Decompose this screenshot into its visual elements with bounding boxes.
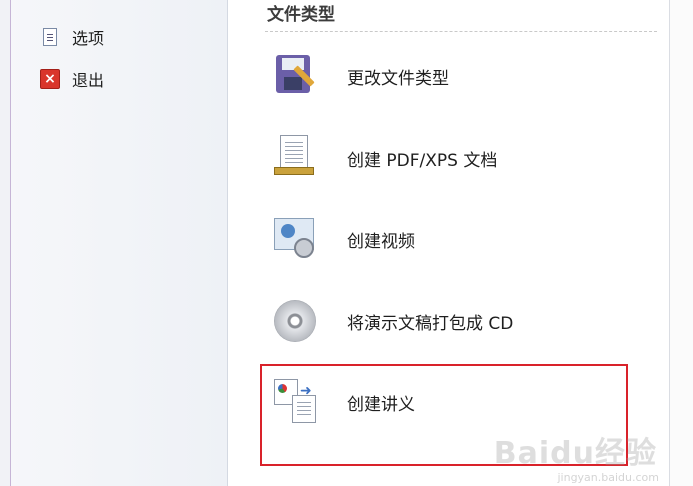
create-video-button[interactable]: 创建视频 [270, 211, 630, 267]
package-to-cd-button[interactable]: 将演示文稿打包成 CD [270, 293, 630, 349]
nav-item-label: 选项 [72, 29, 105, 48]
options-icon [43, 28, 57, 46]
nav-left-strip [0, 0, 11, 486]
command-label: 将演示文稿打包成 CD [347, 313, 514, 334]
watermark-logo: Baidu经验 [493, 436, 657, 471]
create-pdf-xps-button[interactable]: 创建 PDF/XPS 文档 [270, 130, 630, 186]
command-label: 创建视频 [347, 231, 415, 252]
backstage-nav: 选项 × 退出 [0, 0, 228, 486]
exit-icon: × [40, 69, 60, 89]
change-file-type-button[interactable]: 更改文件类型 [270, 48, 630, 104]
video-icon [270, 214, 320, 264]
cd-icon [270, 296, 320, 346]
save-as-floppy-icon [270, 51, 320, 101]
right-gutter [670, 0, 693, 486]
watermark-url: jingyan.baidu.com [557, 471, 659, 484]
command-label: 更改文件类型 [347, 68, 449, 89]
nav-item-label: 退出 [72, 71, 105, 90]
command-label: 创建 PDF/XPS 文档 [347, 150, 498, 171]
nav-item-exit[interactable]: × 退出 [40, 66, 210, 92]
section-divider [265, 31, 657, 32]
nav-item-options[interactable]: 选项 [40, 24, 210, 50]
section-title: 文件类型 [267, 5, 335, 25]
pdf-document-icon [270, 133, 320, 183]
